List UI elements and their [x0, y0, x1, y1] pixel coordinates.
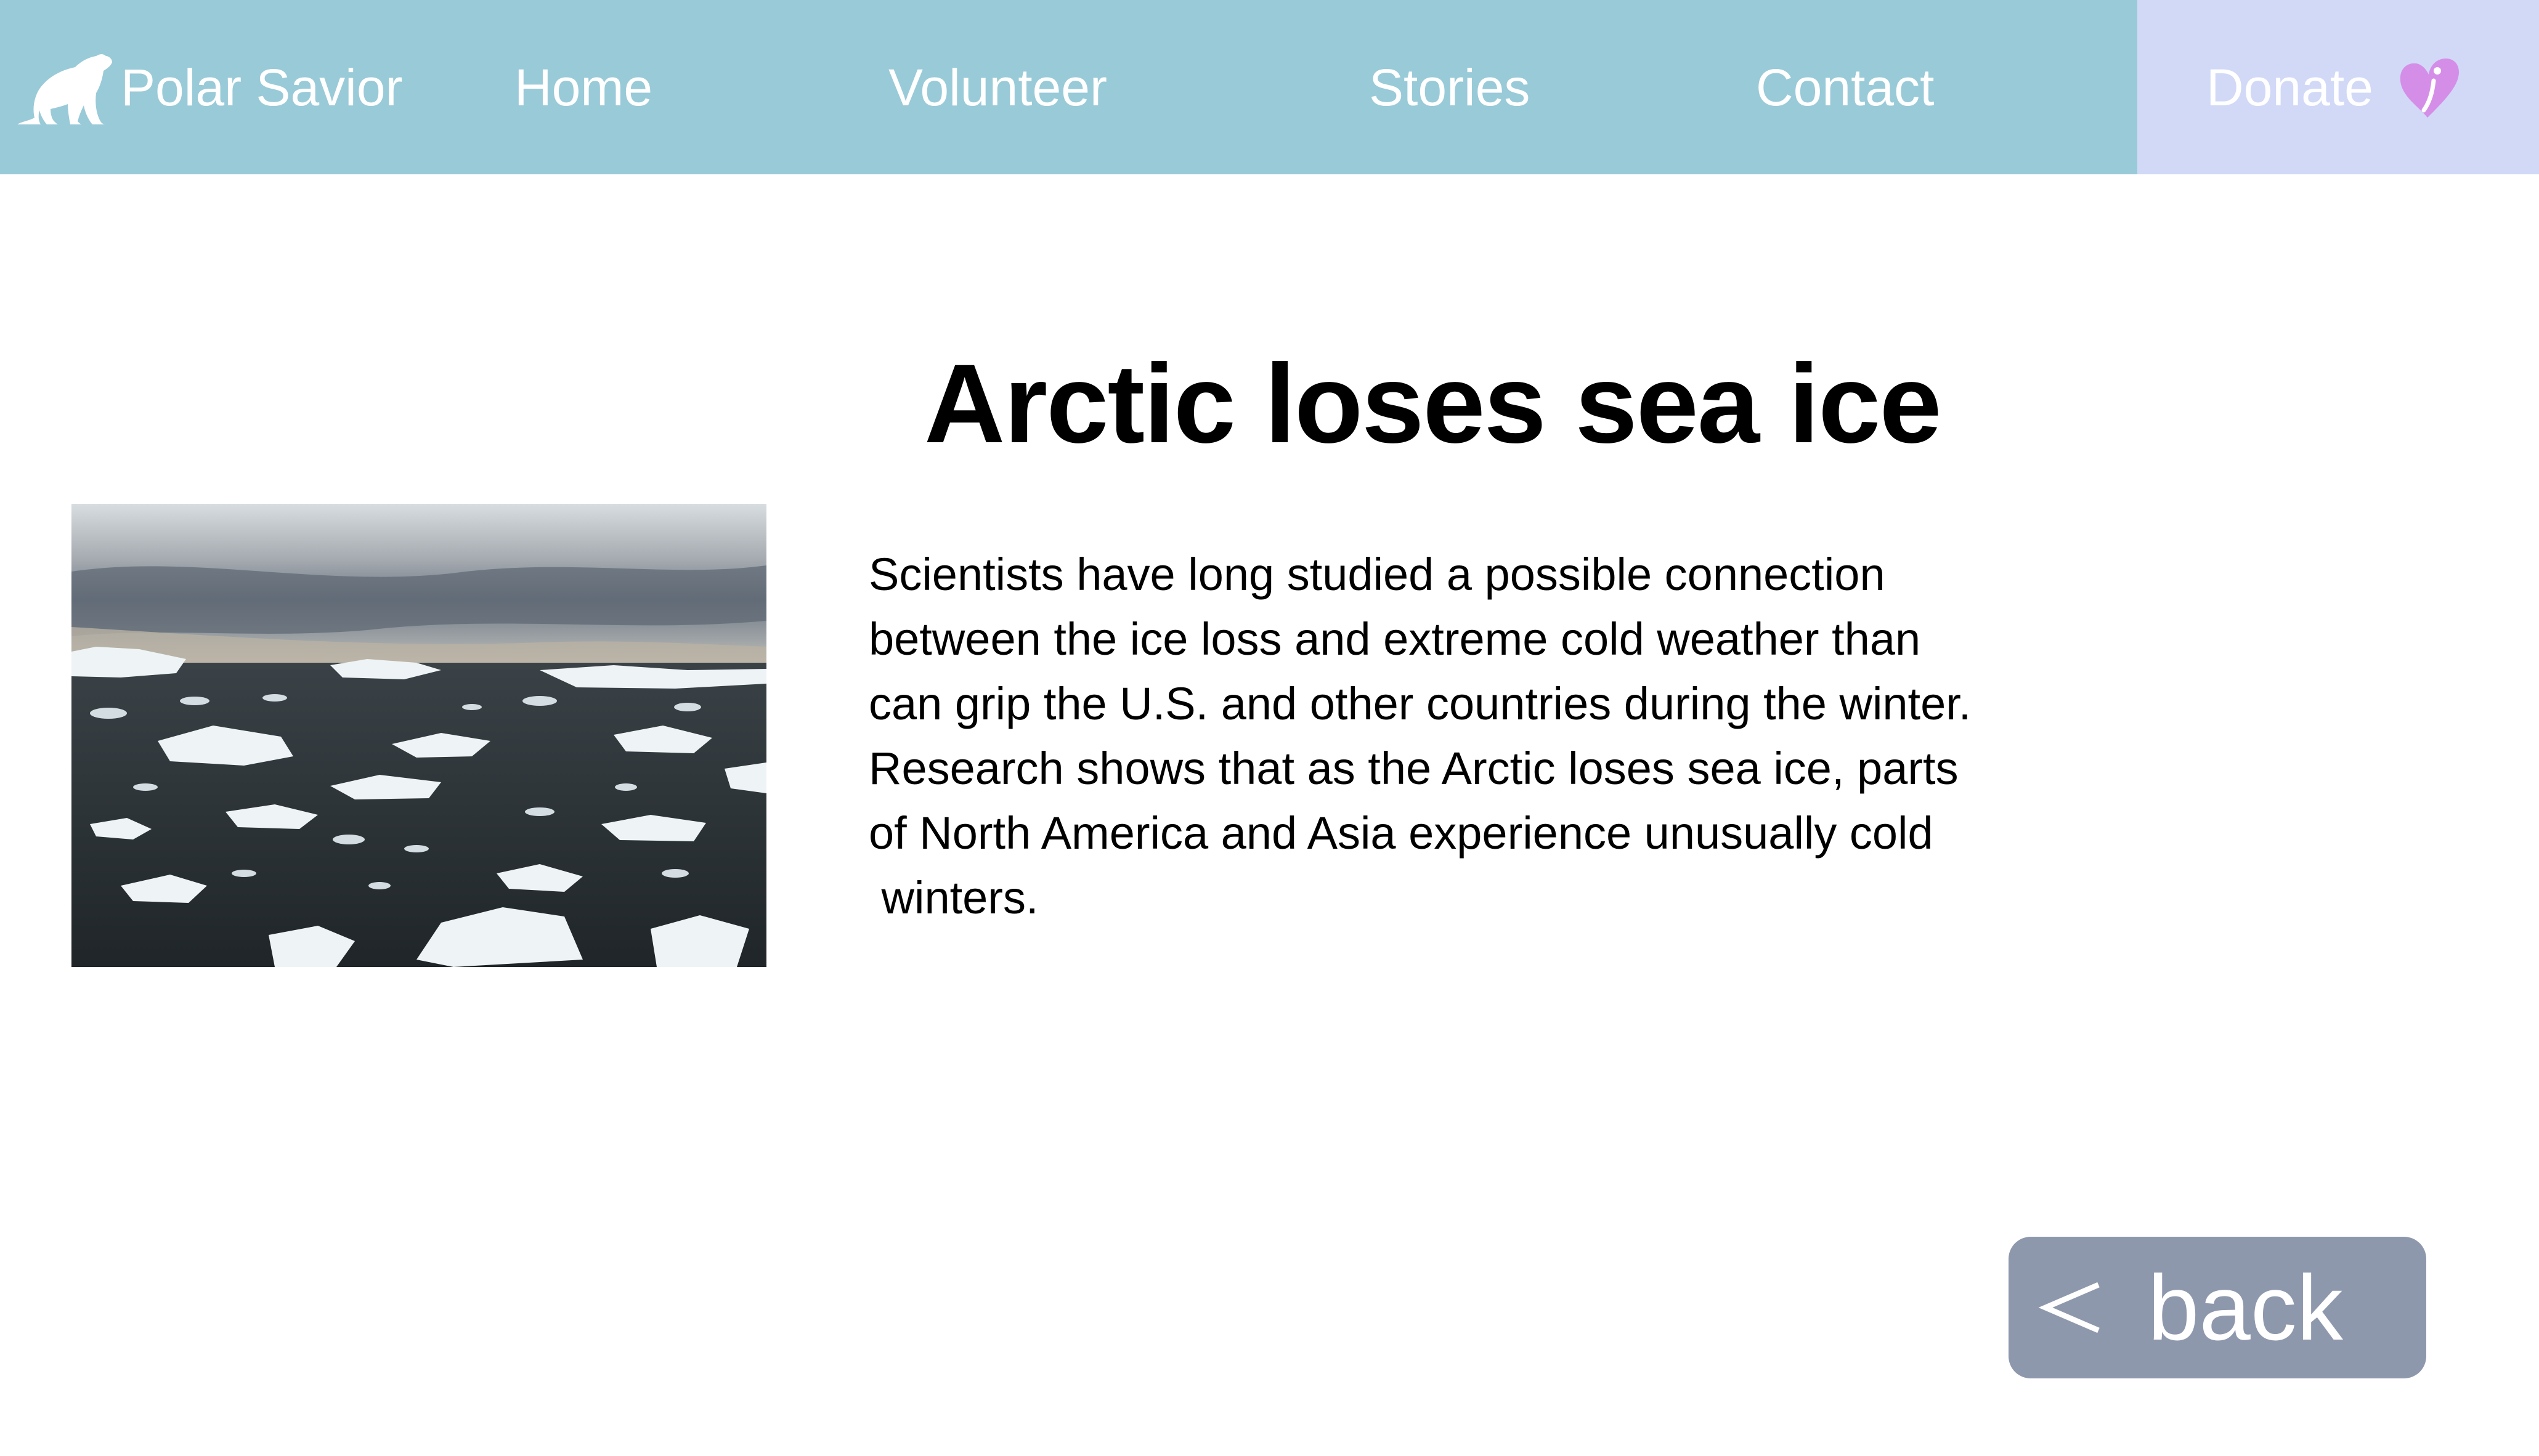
article-body-line: of North America and Asia experience unu…: [869, 807, 1933, 859]
chevron-left-icon: [2038, 1282, 2100, 1333]
brand-name: Polar Savior: [121, 58, 403, 116]
nav-contact[interactable]: Contact: [1756, 0, 1935, 174]
article-body-line: winters.: [869, 872, 1039, 923]
back-button[interactable]: back: [2009, 1237, 2426, 1378]
heart-icon: [2400, 58, 2459, 118]
donate-label: Donate: [2206, 58, 2373, 116]
page: Polar Savior Home Volunteer Stories Cont…: [0, 0, 2539, 1456]
sea-ice-photo: [71, 504, 766, 967]
nav-home[interactable]: Home: [514, 0, 652, 174]
article-body-line: between the ice loss and extreme cold we…: [869, 613, 1921, 665]
nav-stories[interactable]: Stories: [1369, 0, 1530, 174]
article-title: Arctic loses sea ice: [924, 341, 1942, 466]
article-body: Scientists have long studied a possible …: [869, 542, 2175, 930]
top-navbar: Polar Savior Home Volunteer Stories Cont…: [0, 0, 2539, 174]
article-body-line: can grip the U.S. and other countries du…: [869, 678, 1972, 729]
brand-link[interactable]: Polar Savior: [16, 0, 403, 174]
article-body-line: Research shows that as the Arctic loses …: [869, 743, 1959, 794]
article-body-line: Scientists have long studied a possible …: [869, 549, 1885, 600]
donate-button[interactable]: Donate: [2137, 0, 2539, 174]
back-label: back: [2148, 1256, 2343, 1359]
nav-volunteer[interactable]: Volunteer: [888, 0, 1107, 174]
polar-bear-icon: [17, 54, 112, 124]
